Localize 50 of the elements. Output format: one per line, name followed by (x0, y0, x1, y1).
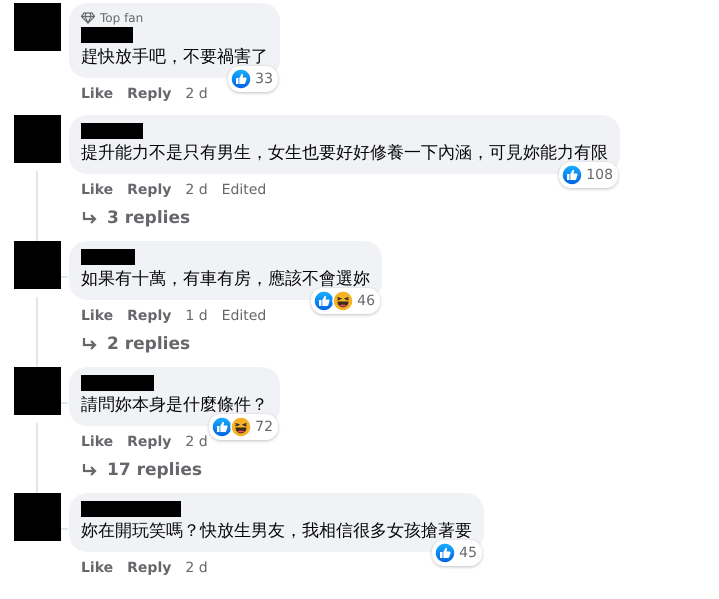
avatar[interactable] (14, 241, 61, 289)
comment-text: 請問妳本身是什麼條件？ (81, 394, 268, 417)
like-icon (211, 416, 234, 438)
reply-link[interactable]: Reply (127, 308, 172, 324)
redacted-name (81, 249, 135, 265)
comment-text: 如果有十萬，有車有房，應該不會選妳 (81, 268, 370, 291)
like-link[interactable]: Like (81, 182, 114, 198)
reply-arrow-icon (81, 211, 99, 225)
comment-text: 提升能力不是只有男生，女生也要好好修養一下內涵，可見妳能力有限 (81, 142, 608, 165)
like-link[interactable]: Like (81, 308, 114, 324)
reaction-count[interactable]: 33 (228, 66, 278, 92)
timestamp[interactable]: 2 d (185, 560, 208, 576)
avatar[interactable] (14, 115, 61, 163)
reply-arrow-icon (81, 337, 99, 351)
view-replies-link[interactable]: 2 replies (81, 334, 190, 354)
reply-link[interactable]: Reply (127, 182, 172, 198)
view-replies-link[interactable]: 17 replies (81, 460, 202, 480)
timestamp[interactable]: 1 d (185, 308, 208, 324)
reply-link[interactable]: Reply (127, 560, 172, 576)
avatar[interactable] (14, 493, 61, 541)
timestamp[interactable]: 2 d (185, 182, 208, 198)
redacted-name (81, 27, 133, 43)
laughing-emoji-icon (332, 290, 354, 312)
reply-link[interactable]: Reply (127, 434, 172, 450)
view-replies-link[interactable]: 3 replies (81, 208, 190, 228)
like-link[interactable]: Like (81, 434, 114, 450)
avatar[interactable] (14, 3, 61, 51)
diamond-icon (81, 12, 95, 24)
comment-text: 趕快放手吧，不要禍害了 (81, 46, 268, 69)
avatar[interactable] (14, 367, 61, 415)
comment-text: 妳在開玩笑嗎？快放生男友，我相信很多女孩搶著要 (81, 520, 472, 543)
reply-link[interactable]: Reply (127, 86, 172, 102)
like-link[interactable]: Like (81, 86, 114, 102)
reaction-count[interactable]: 46 (311, 288, 380, 314)
top-fan-label: Top fan (100, 11, 144, 25)
edited-label: Edited (222, 308, 266, 324)
edited-label: Edited (222, 182, 266, 198)
reaction-count[interactable]: 45 (432, 540, 482, 566)
like-link[interactable]: Like (81, 560, 114, 576)
reply-arrow-icon (81, 463, 99, 477)
like-icon (434, 542, 456, 564)
reaction-count[interactable]: 72 (209, 414, 278, 440)
like-icon (561, 164, 584, 186)
timestamp[interactable]: 2 d (185, 434, 208, 450)
timestamp[interactable]: 2 d (185, 86, 208, 102)
redacted-name (81, 123, 143, 139)
like-icon (313, 290, 336, 312)
reaction-count[interactable]: 108 (559, 162, 618, 188)
like-icon (230, 68, 252, 90)
laughing-emoji-icon (230, 416, 252, 438)
